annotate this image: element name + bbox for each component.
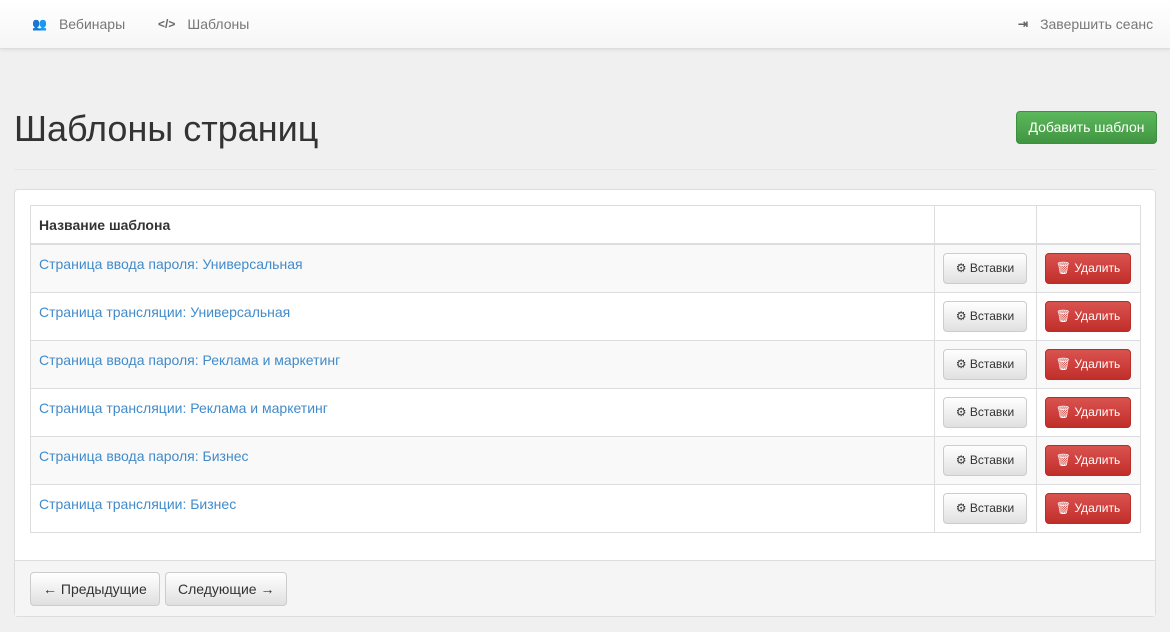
template-link[interactable]: Страница трансляции: Реклама и маркетинг [39, 397, 926, 416]
cogs-icon: ⚙ [955, 356, 970, 371]
trash-icon: 🗑 [1055, 308, 1075, 323]
trash-icon: 🗑 [1055, 452, 1075, 467]
delete-button[interactable]: 🗑 Удалить [1045, 348, 1131, 380]
delete-button[interactable]: 🗑 Удалить [1045, 492, 1131, 524]
cogs-icon: ⚙ [955, 308, 970, 323]
table-row: Страница трансляции: Бизнес ⚙ Вставки 🗑 … [30, 483, 1141, 533]
nav-webinars[interactable]: 👥 Вебинары [32, 16, 125, 32]
page-title: Шаблоны страниц [14, 108, 319, 149]
template-link[interactable]: Страница ввода пароля: Бизнес [39, 445, 926, 464]
inserts-button[interactable]: ⚙ Вставки [943, 252, 1027, 284]
users-icon: 👥 [32, 17, 47, 31]
template-link[interactable]: Страница трансляции: Бизнес [39, 493, 926, 512]
nav-templates[interactable]: </> Шаблоны [158, 16, 249, 32]
cogs-icon: ⚙ [955, 452, 970, 467]
next-page-button[interactable]: Следующие → [165, 572, 288, 606]
delete-button[interactable]: 🗑 Удалить [1045, 300, 1131, 332]
table-row: Страница ввода пароля: Бизнес ⚙ Вставки … [30, 435, 1141, 485]
top-navbar: 👥 Вебинары </> Шаблоны ⇥ Завершить сеанс [0, 0, 1170, 49]
trash-icon: 🗑 [1055, 356, 1075, 371]
cogs-icon: ⚙ [955, 500, 970, 515]
panel-footer: ← Предыдущие Следующие → [15, 560, 1155, 616]
code-icon: </> [158, 17, 176, 31]
delete-button[interactable]: 🗑 Удалить [1045, 252, 1131, 284]
inserts-button[interactable]: ⚙ Вставки [943, 300, 1027, 332]
template-link[interactable]: Страница трансляции: Универсальная [39, 301, 926, 320]
table-row: Страница трансляции: Универсальная ⚙ Вст… [30, 291, 1141, 341]
delete-button[interactable]: 🗑 Удалить [1045, 396, 1131, 428]
trash-icon: 🗑 [1055, 404, 1075, 419]
inserts-button[interactable]: ⚙ Вставки [943, 396, 1027, 428]
trash-icon: 🗑 [1055, 260, 1075, 275]
inserts-button[interactable]: ⚙ Вставки [943, 348, 1027, 380]
sign-out-icon: ⇥ [1018, 17, 1029, 31]
table-row: Страница трансляции: Реклама и маркетинг… [30, 387, 1141, 437]
inserts-button[interactable]: ⚙ Вставки [943, 444, 1027, 476]
template-link[interactable]: Страница ввода пароля: Реклама и маркети… [39, 349, 926, 368]
template-link[interactable]: Страница ввода пароля: Универсальная [39, 253, 926, 272]
cogs-icon: ⚙ [955, 260, 970, 275]
table-row: Страница ввода пароля: Универсальная ⚙ В… [30, 243, 1141, 293]
delete-button[interactable]: 🗑 Удалить [1045, 444, 1131, 476]
table-row: Страница ввода пароля: Реклама и маркети… [30, 339, 1141, 389]
prev-page-button[interactable]: ← Предыдущие [30, 572, 160, 606]
add-template-button[interactable]: Добавить шаблон [1016, 111, 1157, 144]
nav-logout[interactable]: ⇥ Завершить сеанс [1018, 16, 1153, 32]
column-header-name: Название шаблона [30, 205, 935, 245]
inserts-button[interactable]: ⚙ Вставки [943, 492, 1027, 524]
trash-icon: 🗑 [1055, 500, 1075, 515]
cogs-icon: ⚙ [955, 404, 970, 419]
templates-panel: Название шаблона Страница ввода пароля: … [14, 189, 1156, 617]
templates-table: Название шаблона Страница ввода пароля: … [30, 205, 1141, 533]
divider [14, 169, 1156, 170]
